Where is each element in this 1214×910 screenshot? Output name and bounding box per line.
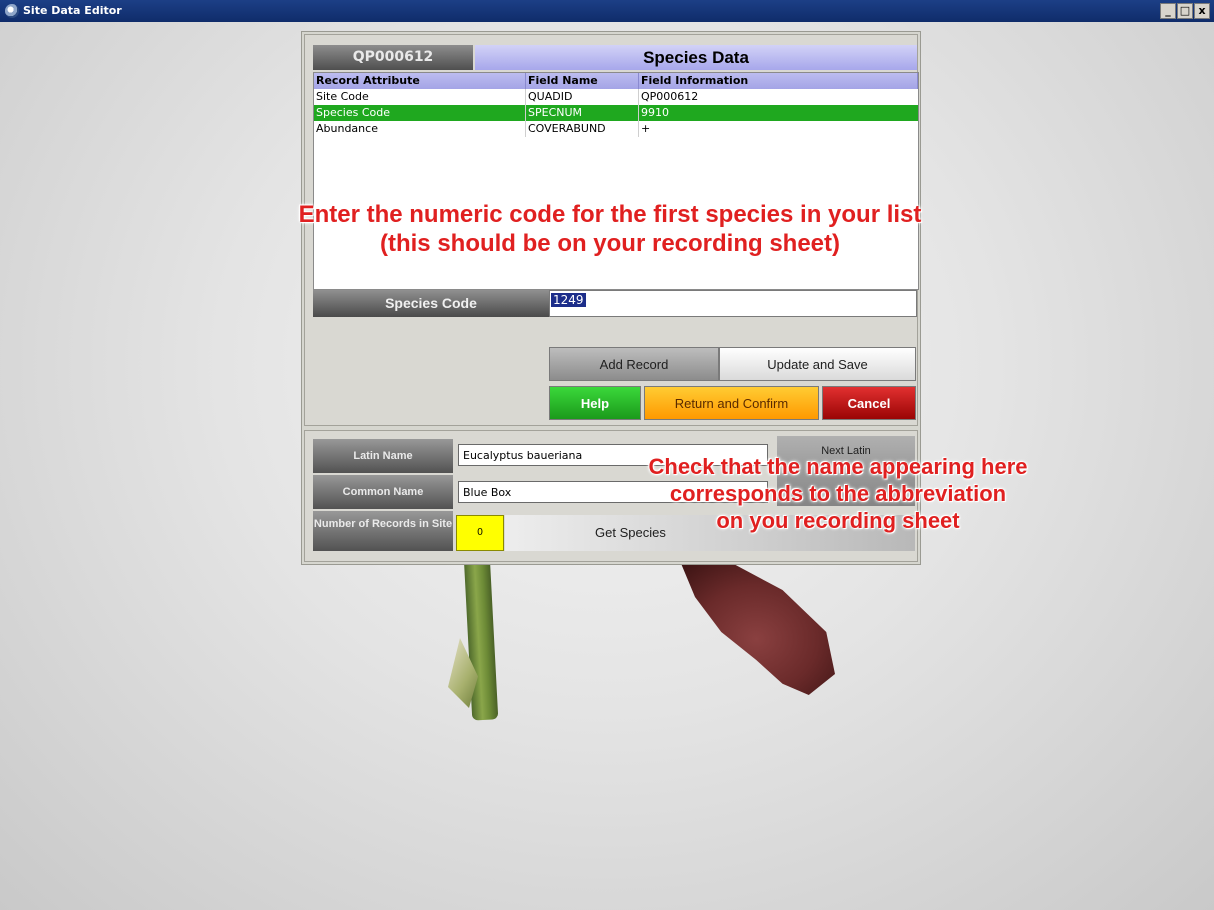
annotation-line: Enter the numeric code for the first spe… bbox=[298, 201, 922, 228]
column-header-field-info[interactable]: Field Information bbox=[639, 73, 918, 89]
annotation-line: (this should be on your recording sheet) bbox=[379, 230, 841, 258]
row-attribute: Species Code bbox=[314, 105, 526, 121]
panel-title: Species Data bbox=[475, 45, 917, 70]
common-name-label: Common Name bbox=[313, 475, 453, 509]
annotation-line: Check that the name appearing here bbox=[648, 454, 1028, 479]
instruction-annotation-bottom: Check that the name appearing here corre… bbox=[578, 454, 1098, 534]
row-field-info: QP000612 bbox=[641, 90, 699, 103]
row-attribute: Site Code bbox=[314, 89, 526, 105]
latin-name-label: Latin Name bbox=[313, 439, 453, 473]
window-controls: _ □ x bbox=[1160, 3, 1210, 19]
row-field-name: COVERABUND bbox=[526, 121, 639, 137]
species-code-label: Species Code bbox=[313, 290, 549, 317]
return-and-confirm-button[interactable]: Return and Confirm bbox=[644, 386, 819, 420]
close-icon[interactable]: x bbox=[1194, 3, 1210, 19]
record-count-label: Number of Records in Site bbox=[313, 511, 453, 551]
row-field-name: QUADID bbox=[526, 89, 639, 105]
help-button[interactable]: Help bbox=[549, 386, 641, 420]
table-row[interactable]: Site Code QUADID QP000612 bbox=[314, 89, 918, 105]
background-plant-flower bbox=[677, 555, 835, 695]
annotation-line: corresponds to the abbreviation bbox=[669, 480, 1007, 506]
column-header-field-name[interactable]: Field Name bbox=[526, 73, 639, 89]
row-field-info: 9910 bbox=[641, 106, 669, 119]
minimize-icon[interactable]: _ bbox=[1160, 3, 1176, 19]
grid-header: Record Attribute Field Name Field Inform… bbox=[314, 73, 918, 89]
record-count-value: 0 bbox=[456, 515, 504, 551]
maximize-icon[interactable]: □ bbox=[1177, 3, 1193, 19]
row-field-name: SPECNUM bbox=[526, 105, 639, 121]
row-attribute: Abundance bbox=[314, 121, 526, 137]
site-code-display: QP000612 bbox=[313, 45, 473, 70]
title-bar: Site Data Editor _ □ x bbox=[0, 0, 1214, 22]
annotation-line: on you recording sheet bbox=[716, 507, 960, 533]
table-row-selected[interactable]: Species Code SPECNUM 9910 bbox=[314, 105, 918, 121]
table-row[interactable]: Abundance COVERABUND + bbox=[314, 121, 918, 137]
instruction-annotation-top: Enter the numeric code for the first spe… bbox=[240, 200, 980, 259]
add-record-button[interactable]: Add Record bbox=[549, 347, 719, 381]
column-header-attribute[interactable]: Record Attribute bbox=[314, 73, 526, 89]
window-title: Site Data Editor bbox=[23, 4, 122, 17]
cancel-button[interactable]: Cancel bbox=[822, 386, 916, 420]
update-and-save-button[interactable]: Update and Save bbox=[719, 347, 916, 381]
species-code-value: 1249 bbox=[551, 293, 586, 307]
species-code-input[interactable]: 1249 bbox=[549, 290, 917, 317]
row-field-info: + bbox=[641, 122, 651, 135]
app-icon bbox=[5, 4, 19, 18]
